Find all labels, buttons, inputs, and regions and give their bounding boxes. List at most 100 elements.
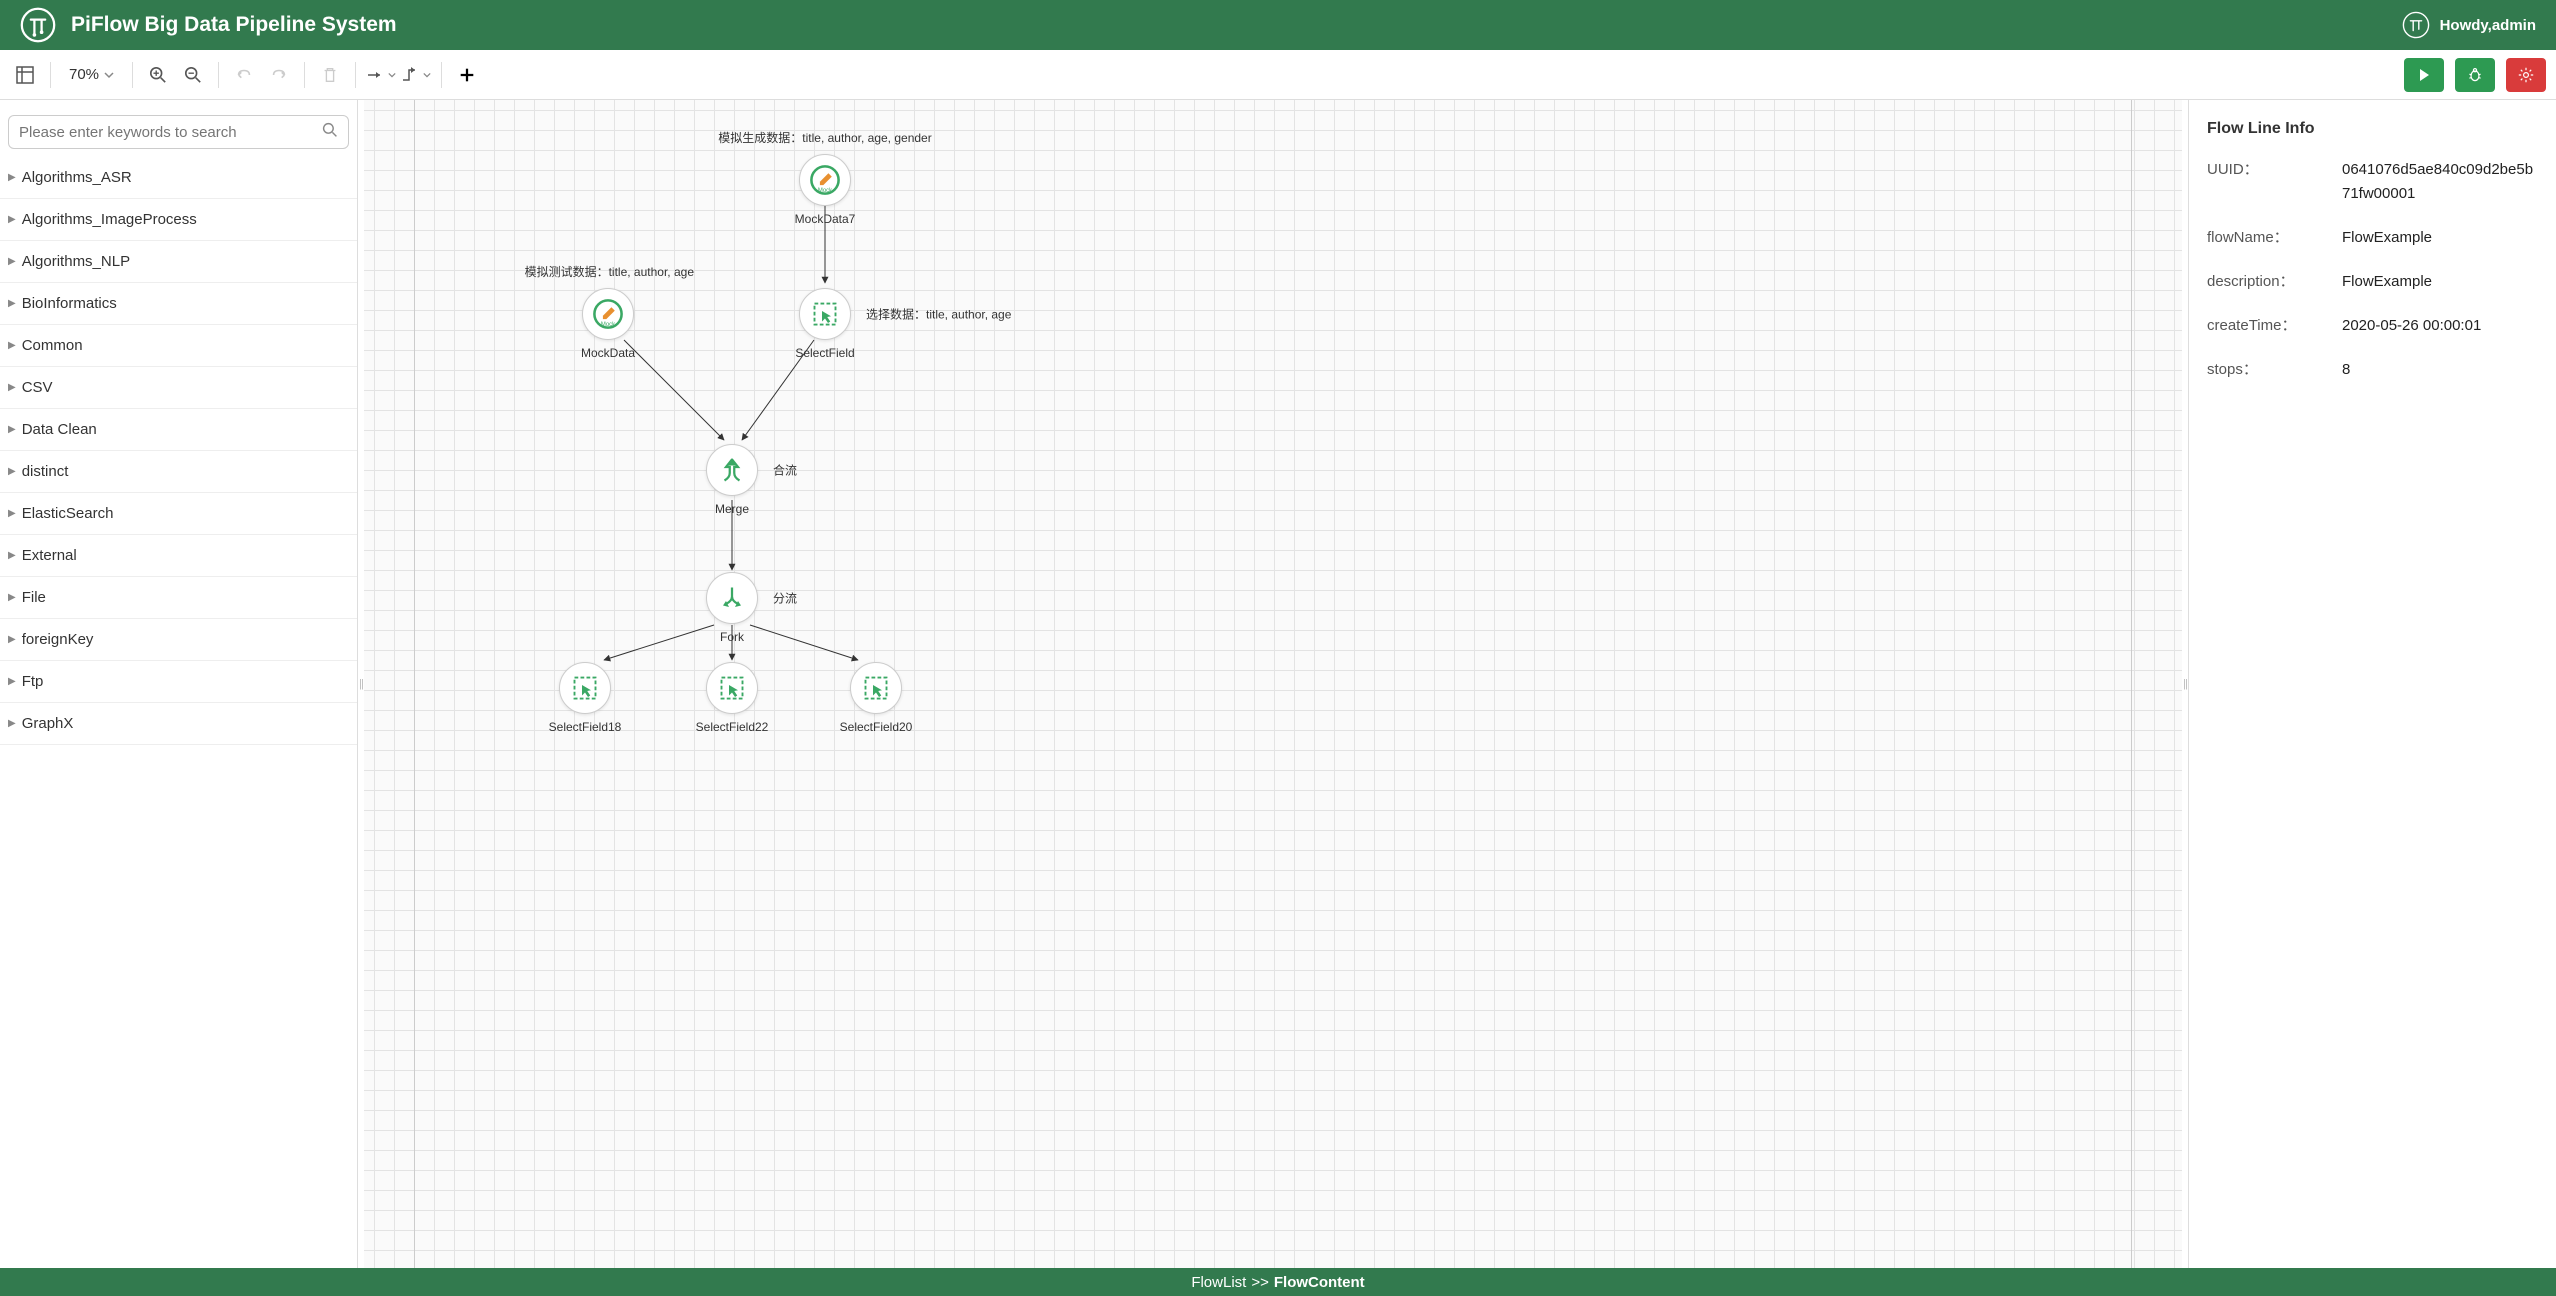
- sidebar-item-label: Common: [22, 337, 83, 354]
- bug-icon: [2467, 67, 2483, 83]
- chevron-right-icon: ▶: [8, 172, 16, 183]
- select-icon: [717, 673, 747, 703]
- sidebar-item-label: ElasticSearch: [22, 505, 114, 522]
- trash-icon: [321, 66, 339, 84]
- debug-button[interactable]: [2455, 58, 2495, 92]
- zoom-value: 70%: [69, 66, 99, 83]
- plus-icon: [458, 66, 476, 84]
- app-title: PiFlow Big Data Pipeline System: [71, 13, 397, 37]
- header-right[interactable]: Howdy,admin: [2402, 11, 2536, 39]
- sidebar-item-label: distinct: [22, 463, 69, 480]
- node-mockdata[interactable]: Mock MockData 模拟测试数据：title, author, age: [582, 288, 634, 340]
- info-key: flowName：: [2207, 226, 2342, 247]
- node-selectfield22[interactable]: SelectField22: [706, 662, 758, 714]
- chevron-right-icon: ▶: [8, 214, 16, 225]
- sidebar-item[interactable]: ▶ Data Clean: [0, 409, 357, 451]
- fork-icon: [717, 583, 747, 613]
- separator: [218, 62, 219, 88]
- sidebar-item[interactable]: ▶ Ftp: [0, 661, 357, 703]
- info-row: flowName：FlowExample: [2207, 226, 2538, 250]
- canvas[interactable]: Mock MockData7 模拟生成数据：title, author, age…: [364, 100, 2182, 1268]
- info-row: description：FlowExample: [2207, 270, 2538, 294]
- zoom-out-icon: [184, 66, 202, 84]
- user-label: Howdy,admin: [2440, 17, 2536, 34]
- redo-icon: [270, 66, 288, 84]
- node-fork[interactable]: Fork 分流: [706, 572, 758, 624]
- category-list[interactable]: ▶Algorithms_ASR▶Algorithms_ImageProcess▶…: [0, 157, 357, 1268]
- layout-button[interactable]: [10, 60, 40, 90]
- sidebar-item[interactable]: ▶BioInformatics: [0, 283, 357, 325]
- sidebar-item[interactable]: ▶CSV: [0, 367, 357, 409]
- breadcrumb-link[interactable]: FlowList: [1191, 1274, 1246, 1291]
- chevron-right-icon: ▶: [8, 466, 16, 477]
- sidebar-item[interactable]: ▶ File: [0, 577, 357, 619]
- sidebar-item[interactable]: ▶ Algorithms_ASR: [0, 157, 357, 199]
- toolbar: 70%: [0, 50, 2556, 100]
- undo-button[interactable]: [229, 60, 259, 90]
- search-icon: [322, 122, 338, 143]
- main-content: ▶Algorithms_ASR▶Algorithms_ImageProcess▶…: [0, 100, 2556, 1268]
- settings-button[interactable]: [2506, 58, 2546, 92]
- connector-style-button[interactable]: [401, 60, 431, 90]
- separator: [355, 62, 356, 88]
- chevron-down-icon: [388, 71, 396, 79]
- separator: [132, 62, 133, 88]
- chevron-right-icon: ▶: [8, 298, 16, 309]
- breadcrumb-current: FlowContent: [1274, 1274, 1365, 1291]
- info-key: description：: [2207, 270, 2342, 291]
- sidebar-item-label: File: [22, 589, 46, 606]
- node-mockdata7[interactable]: Mock MockData7 模拟生成数据：title, author, age…: [799, 154, 851, 206]
- sidebar-item[interactable]: ▶ distinct: [0, 451, 357, 493]
- chevron-right-icon: ▶: [8, 340, 16, 351]
- svg-text:Mock: Mock: [601, 322, 615, 328]
- layout-icon: [15, 65, 35, 85]
- arrow-style-button[interactable]: [366, 60, 396, 90]
- delete-button[interactable]: [315, 60, 345, 90]
- sidebar-item[interactable]: ▶External: [0, 535, 357, 577]
- separator: [304, 62, 305, 88]
- info-key: stops：: [2207, 358, 2342, 379]
- sidebar-item-label: Algorithms_ASR: [22, 169, 132, 186]
- sidebar-item[interactable]: ▶GraphX: [0, 703, 357, 745]
- node-selectfield18[interactable]: SelectField18: [559, 662, 611, 714]
- header-left: PiFlow Big Data Pipeline System: [20, 7, 397, 43]
- sidebar-item[interactable]: ▶ElasticSearch: [0, 493, 357, 535]
- info-value: 2020-05-26 00:00:01: [2342, 314, 2538, 338]
- sidebar-item-label: Algorithms_ImageProcess: [22, 211, 197, 228]
- redo-button[interactable]: [264, 60, 294, 90]
- info-key: createTime：: [2207, 314, 2342, 335]
- breadcrumb-footer: FlowList >> FlowContent: [0, 1268, 2556, 1296]
- search-box[interactable]: [8, 115, 349, 149]
- zoom-dropdown[interactable]: 70%: [61, 66, 122, 83]
- sidebar-item[interactable]: ▶foreignKey: [0, 619, 357, 661]
- search-input[interactable]: [19, 124, 322, 141]
- connector-icon: [401, 67, 423, 83]
- sidebar-item-label: Data Clean: [22, 421, 97, 438]
- node-selectfield[interactable]: SelectField 选择数据：title, author, age: [799, 288, 851, 340]
- select-icon: [570, 673, 600, 703]
- sidebar-item[interactable]: ▶ Algorithms_ImageProcess: [0, 199, 357, 241]
- sidebar-item-label: GraphX: [22, 715, 74, 732]
- node-merge[interactable]: Merge 合流: [706, 444, 758, 496]
- arrow-icon: [366, 67, 388, 83]
- info-value: 0641076d5ae840c09d2be5b71fw00001: [2342, 158, 2538, 206]
- info-value: FlowExample: [2342, 270, 2538, 294]
- left-sidebar: ▶Algorithms_ASR▶Algorithms_ImageProcess▶…: [0, 100, 358, 1268]
- chevron-right-icon: ▶: [8, 592, 16, 603]
- zoom-out-button[interactable]: [178, 60, 208, 90]
- chevron-right-icon: ▶: [8, 424, 16, 435]
- select-icon: [810, 299, 840, 329]
- zoom-in-button[interactable]: [143, 60, 173, 90]
- sidebar-item[interactable]: ▶ Common: [0, 325, 357, 367]
- zoom-in-icon: [149, 66, 167, 84]
- chevron-down-icon: [423, 71, 431, 79]
- node-selectfield20[interactable]: SelectField20: [850, 662, 902, 714]
- sidebar-item[interactable]: ▶Algorithms_NLP: [0, 241, 357, 283]
- chevron-right-icon: ▶: [8, 676, 16, 687]
- panel-title: Flow Line Info: [2207, 120, 2538, 138]
- run-button[interactable]: [2404, 58, 2444, 92]
- add-button[interactable]: [452, 60, 482, 90]
- sidebar-item-label: Algorithms_NLP: [22, 253, 130, 270]
- sidebar-item-label: Ftp: [22, 673, 44, 690]
- mock-icon: Mock: [591, 297, 625, 331]
